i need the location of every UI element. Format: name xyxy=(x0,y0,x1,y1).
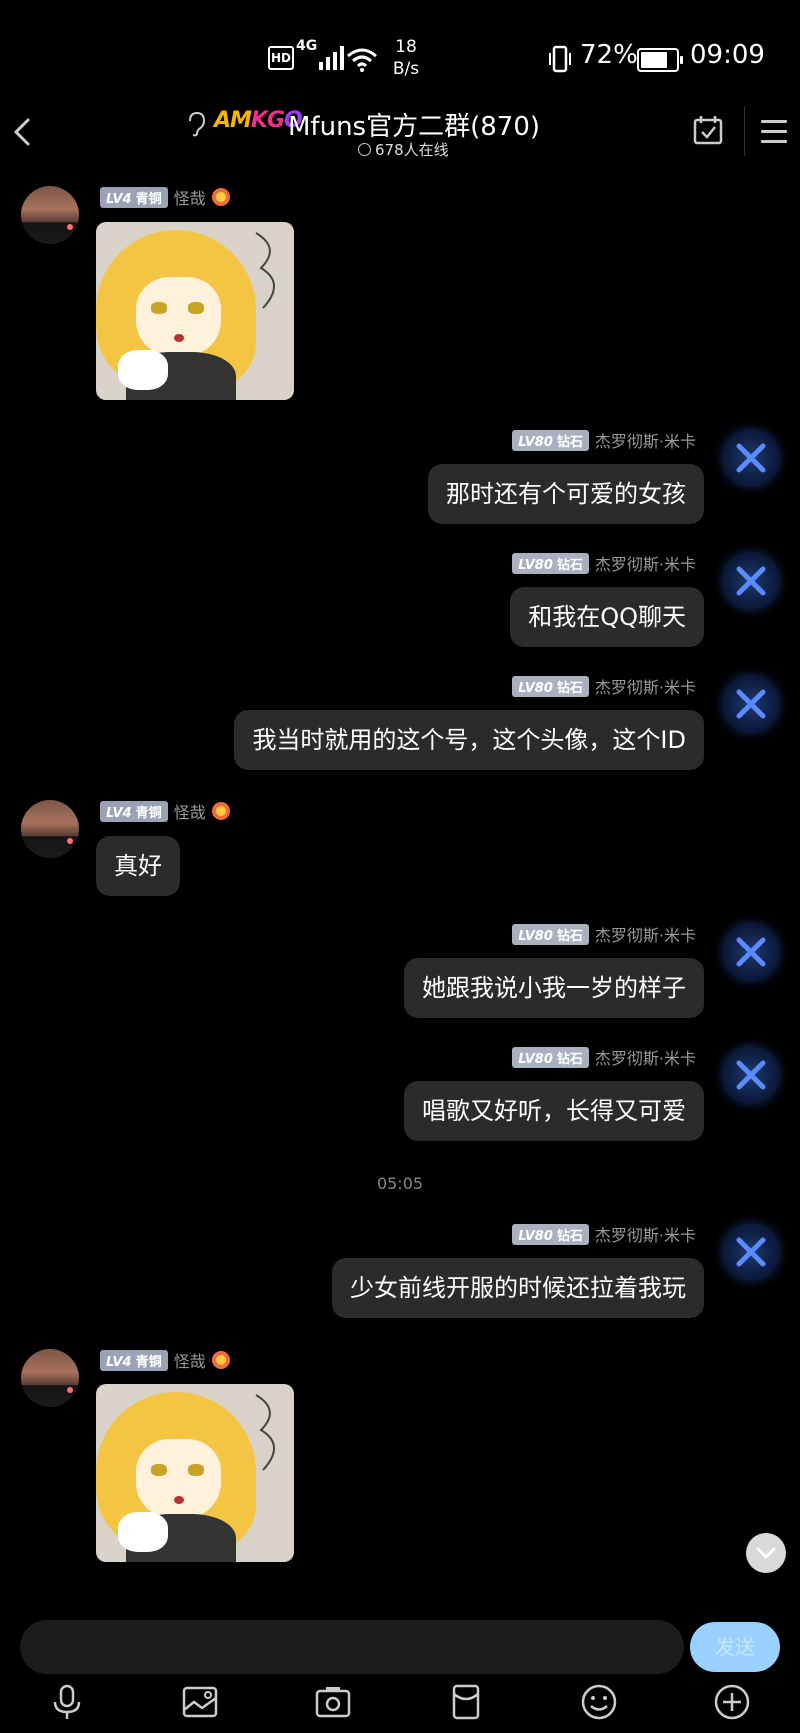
sender-name: 杰罗彻斯·米卡 xyxy=(594,555,696,574)
x-logo-icon xyxy=(736,937,766,967)
sender-meta: LV4 青铜 怪哉 xyxy=(100,800,230,822)
level-badge: LV4 青铜 xyxy=(100,186,168,208)
sender-meta: LV4 青铜 怪哉 xyxy=(100,1349,230,1371)
online-icon xyxy=(358,143,371,156)
sender-name: 怪哉 xyxy=(173,189,206,208)
flower-emoji-icon xyxy=(211,188,230,206)
level-badge: LV80 钻石 xyxy=(512,923,589,945)
battery-icon xyxy=(637,48,683,72)
sender-meta: LV80 钻石 杰罗彻斯·米卡 xyxy=(512,923,696,945)
group-title: Mfuns官方二群(870) xyxy=(288,112,541,142)
sender-name: 杰罗彻斯·米卡 xyxy=(594,678,696,697)
flower-emoji-icon xyxy=(211,802,230,820)
vibrate-icon xyxy=(549,45,571,73)
level-badge: LV80 钻石 xyxy=(512,429,589,451)
level-badge: LV80 钻石 xyxy=(512,675,589,697)
status-bar: HD 4G 18 B/s 72% 09:09 xyxy=(0,0,800,110)
message-bubble[interactable]: 她跟我说小我一岁的样子 xyxy=(404,958,704,1018)
avatar-mika[interactable] xyxy=(722,1223,780,1281)
sender-name: 杰罗彻斯·米卡 xyxy=(594,432,696,451)
x-logo-icon xyxy=(736,566,766,596)
sender-meta: LV80 钻石 杰罗彻斯·米卡 xyxy=(512,675,696,697)
level-badge: LV80 钻石 xyxy=(512,1223,589,1245)
chevron-down-icon xyxy=(756,1547,776,1560)
sender-meta: LV80 钻石 杰罗彻斯·米卡 xyxy=(512,1046,696,1068)
message-input[interactable] xyxy=(20,1620,684,1674)
level-badge: LV4 青铜 xyxy=(100,1349,168,1371)
sender-name: 杰罗彻斯·米卡 xyxy=(594,1226,696,1245)
signal-icon xyxy=(315,44,345,70)
ear-icon xyxy=(189,111,206,137)
x-logo-icon xyxy=(736,1237,766,1267)
emoji-icon[interactable] xyxy=(579,1682,619,1722)
sender-meta: LV4 青铜 怪哉 xyxy=(100,186,230,208)
sender-name: 杰罗彻斯·米卡 xyxy=(594,926,696,945)
message-bubble[interactable]: 唱歌又好听，长得又可爱 xyxy=(404,1081,704,1141)
plus-icon[interactable] xyxy=(712,1682,752,1722)
sender-name: 怪哉 xyxy=(173,803,206,822)
sticker-image[interactable] xyxy=(96,222,294,400)
avatar-mika[interactable] xyxy=(722,1046,780,1104)
sticker-image[interactable] xyxy=(96,1384,294,1562)
camera-icon[interactable] xyxy=(313,1682,353,1722)
message-bubble[interactable]: 我当时就用的这个号，这个头像，这个ID xyxy=(234,710,704,770)
hd-indicator: HD xyxy=(268,46,294,70)
wifi-icon xyxy=(347,48,377,72)
sender-name: 怪哉 xyxy=(173,1352,206,1371)
message-timestamp: 05:05 xyxy=(376,1174,424,1193)
message-bubble[interactable]: 和我在QQ聊天 xyxy=(510,587,704,647)
avatar-guaizai[interactable] xyxy=(21,186,79,244)
back-icon[interactable] xyxy=(8,114,38,150)
clock: 09:09 xyxy=(690,40,765,70)
level-badge: LV4 青铜 xyxy=(100,800,168,822)
sender-name: 杰罗彻斯·米卡 xyxy=(594,1049,696,1068)
sender-meta: LV80 钻石 杰罗彻斯·米卡 xyxy=(512,1223,696,1245)
sender-meta: LV80 钻石 杰罗彻斯·米卡 xyxy=(512,552,696,574)
send-button[interactable]: 发送 xyxy=(690,1622,780,1672)
x-logo-icon xyxy=(736,443,766,473)
calendar-check-icon[interactable] xyxy=(692,114,724,146)
avatar-guaizai[interactable] xyxy=(21,1349,79,1407)
online-count: 678人在线 xyxy=(358,139,449,160)
x-logo-icon xyxy=(736,689,766,719)
message-bubble[interactable]: 那时还有个可爱的女孩 xyxy=(428,464,704,524)
message-list[interactable]: LV4 青铜 怪哉 LV80 钻石 杰罗彻斯·米卡 那时还有个可爱的女孩 LV80 钻… xyxy=(0,170,800,1590)
red-packet-icon[interactable] xyxy=(446,1682,486,1722)
message-bubble[interactable]: 少女前线开服的时候还拉着我玩 xyxy=(332,1258,704,1318)
scroll-to-bottom-button[interactable] xyxy=(746,1533,786,1573)
menu-icon[interactable] xyxy=(744,106,800,156)
avatar-mika[interactable] xyxy=(722,923,780,981)
sender-meta: LV80 钻石 杰罗彻斯·米卡 xyxy=(512,429,696,451)
level-badge: LV80 钻石 xyxy=(512,552,589,574)
avatar-mika[interactable] xyxy=(722,429,780,487)
mic-icon[interactable] xyxy=(47,1682,87,1722)
flower-emoji-icon xyxy=(211,1351,230,1369)
level-badge: LV80 钻石 xyxy=(512,1046,589,1068)
avatar-guaizai[interactable] xyxy=(21,800,79,858)
network-speed: 18 B/s xyxy=(392,37,420,79)
message-bubble[interactable]: 真好 xyxy=(96,836,180,896)
battery-percent: 72% xyxy=(580,40,638,70)
avatar-mika[interactable] xyxy=(722,675,780,733)
x-logo-icon xyxy=(736,1060,766,1090)
avatar-mika[interactable] xyxy=(722,552,780,610)
chat-title-area[interactable]: AMKGO Mfuns官方二群(870) 678人在线 xyxy=(180,103,540,163)
image-icon[interactable] xyxy=(180,1682,220,1722)
